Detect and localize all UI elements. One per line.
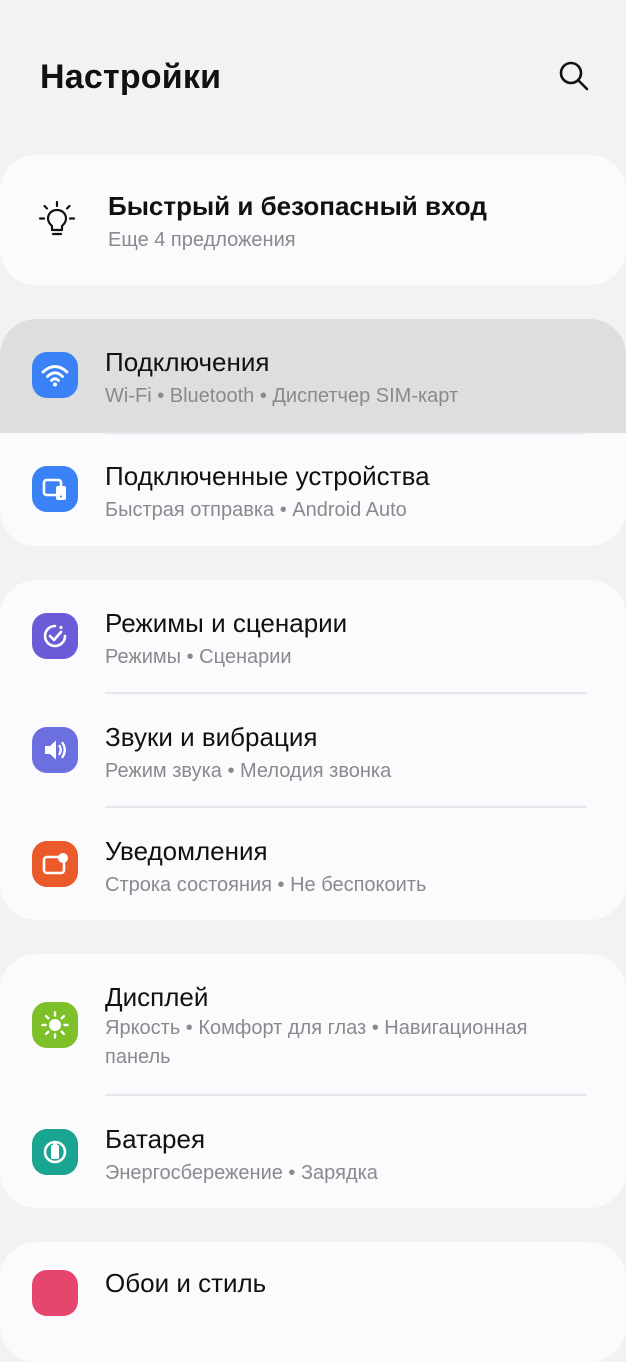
settings-item-title: Подключения: [105, 347, 270, 377]
wifi-icon: [32, 352, 78, 398]
settings-item-title: Подключенные устройства: [105, 461, 430, 491]
display-icon: [32, 1002, 78, 1048]
settings-item-battery[interactable]: Батарея Энергосбережение • Зарядка: [0, 1096, 626, 1208]
modes-icon: [32, 613, 78, 659]
battery-icon: [32, 1129, 78, 1175]
settings-item-title: Звуки и вибрация: [105, 722, 318, 752]
settings-item-subtitle: Wi-Fi • Bluetooth • Диспетчер SIM-карт: [105, 385, 459, 407]
notifications-icon: [32, 841, 78, 887]
display-battery-card: Дисплей Яркость • Комфорт для глаз • Нав…: [0, 954, 626, 1208]
sound-notification-card: Режимы и сценарии Режимы • Сценарии Звук…: [0, 580, 626, 920]
settings-item-connected-devices[interactable]: Подключенные устройства Быстрая отправка…: [0, 433, 626, 546]
settings-item-wallpaper[interactable]: Обои и стиль: [0, 1242, 626, 1362]
suggestion-card[interactable]: Быстрый и безопасный вход Еще 4 предложе…: [0, 155, 626, 285]
lightbulb-icon: [36, 199, 78, 241]
settings-item-title: Обои и стиль: [105, 1268, 267, 1298]
wallpaper-card: Обои и стиль: [0, 1242, 626, 1362]
settings-item-display[interactable]: Дисплей Яркость • Комфорт для глаз • Нав…: [0, 954, 626, 1095]
settings-item-title: Батарея: [105, 1124, 206, 1154]
connected-devices-icon: [32, 466, 78, 512]
settings-item-subtitle: Энергосбережение • Зарядка: [105, 1162, 378, 1184]
sound-icon: [32, 727, 78, 773]
settings-item-title: Режимы и сценарии: [105, 608, 348, 638]
page-title: Настройки: [40, 58, 222, 96]
settings-item-title: Уведомления: [105, 836, 268, 866]
settings-item-modes[interactable]: Режимы и сценарии Режимы • Сценарии: [0, 580, 626, 693]
search-button[interactable]: [552, 56, 596, 100]
settings-item-connections[interactable]: Подключения Wi-Fi • Bluetooth • Диспетче…: [0, 319, 626, 433]
header: Настройки: [0, 0, 626, 150]
settings-item-subtitle: Быстрая отправка • Android Auto: [105, 499, 407, 521]
settings-item-subtitle: Яркость • Комфорт для глаз • Навигационн…: [105, 1017, 528, 1068]
settings-item-title: Дисплей: [105, 982, 209, 1012]
settings-item-sounds[interactable]: Звуки и вибрация Режим звука • Мелодия з…: [0, 694, 626, 807]
suggestion-subtitle: Еще 4 предложения: [108, 229, 296, 251]
wallpaper-icon: [32, 1270, 78, 1316]
search-icon: [558, 60, 590, 97]
settings-item-subtitle: Режим звука • Мелодия звонка: [105, 760, 392, 782]
suggestion-title: Быстрый и безопасный вход: [108, 191, 487, 221]
connections-card: Подключения Wi-Fi • Bluetooth • Диспетче…: [0, 319, 626, 546]
settings-item-notifications[interactable]: Уведомления Строка состояния • Не беспок…: [0, 808, 626, 920]
settings-item-subtitle: Режимы • Сценарии: [105, 646, 292, 668]
settings-item-subtitle: Строка состояния • Не беспокоить: [105, 874, 427, 896]
